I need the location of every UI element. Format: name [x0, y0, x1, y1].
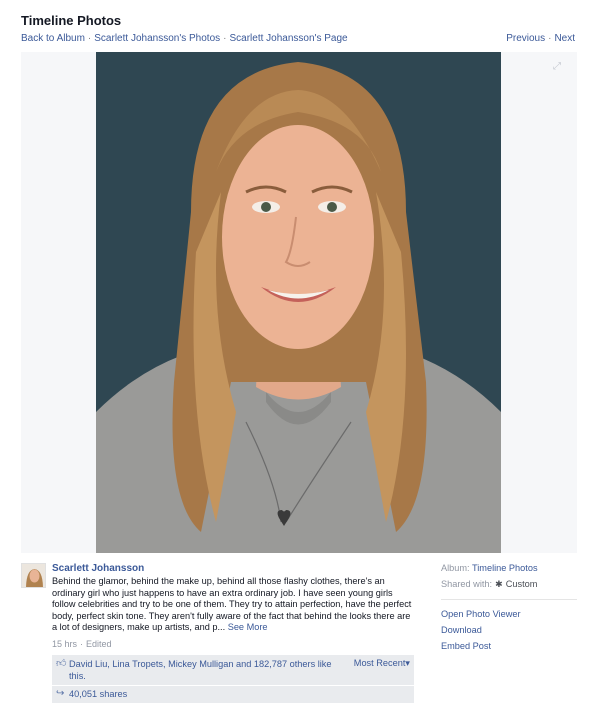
open-photo-viewer-link[interactable]: Open Photo Viewer	[441, 609, 521, 619]
likes-box: 👍︎ David Liu, Lina Tropets, Mickey Mulli…	[52, 655, 414, 685]
post-text: Behind the glamor, behind the make up, b…	[52, 576, 414, 634]
meta-separator: ·	[80, 639, 84, 649]
timestamp-link[interactable]: 15 hrs	[52, 639, 77, 649]
photo-pager: Previous · Next	[506, 33, 575, 44]
edited-link[interactable]: Edited	[86, 639, 112, 649]
album-link[interactable]: Timeline Photos	[472, 563, 538, 573]
album-row: Album: Timeline Photos	[441, 563, 538, 573]
shared-with-label: Shared with:	[441, 579, 493, 589]
privacy-selector[interactable]: Custom	[506, 579, 538, 589]
shared-with-row: Shared with: ✱ Custom	[441, 579, 537, 590]
shares-link[interactable]: 40,051 shares	[69, 689, 127, 699]
likes-text[interactable]: David Liu, Lina Tropets, Mickey Mulligan…	[69, 658, 339, 682]
embed-post-link[interactable]: Embed Post	[441, 641, 491, 651]
author-link[interactable]: Scarlett Johansson	[52, 563, 144, 574]
breadcrumb: Back to Album · Scarlett Johansson's Photo…	[21, 33, 348, 44]
most-recent-label: Most Recent	[353, 658, 406, 668]
pager-separator: ·	[548, 33, 552, 44]
previous-link[interactable]: Previous	[506, 33, 545, 44]
photos-link[interactable]: Scarlett Johansson's Photos	[94, 33, 220, 44]
photo-stage: ⤢	[21, 52, 577, 553]
avatar[interactable]	[21, 563, 46, 588]
chevron-down-icon: ▾	[405, 658, 410, 668]
main-photo[interactable]	[96, 52, 501, 553]
next-link[interactable]: Next	[554, 33, 575, 44]
breadcrumb-separator: ·	[87, 33, 92, 44]
album-label: Album:	[441, 563, 470, 573]
thumbs-up-icon: 👍︎	[56, 658, 67, 669]
divider	[441, 599, 577, 600]
portrait-image	[96, 52, 501, 553]
breadcrumb-separator: ·	[223, 33, 227, 44]
share-arrow-icon: ↪	[56, 688, 65, 699]
download-link[interactable]: Download	[441, 625, 482, 635]
shares-box: ↪ 40,051 shares	[52, 686, 414, 703]
most-recent-dropdown[interactable]: Most Recent▾	[354, 658, 410, 669]
gear-icon: ✱	[495, 579, 503, 589]
expand-icon[interactable]: ⤢	[553, 62, 563, 72]
page-title: Timeline Photos	[21, 13, 122, 28]
see-more-link[interactable]: See More	[228, 622, 268, 632]
page-link[interactable]: Scarlett Johansson's Page	[229, 33, 347, 44]
post-meta: 15 hrs · Edited	[52, 639, 112, 649]
back-to-album-link[interactable]: Back to Album	[21, 33, 85, 44]
